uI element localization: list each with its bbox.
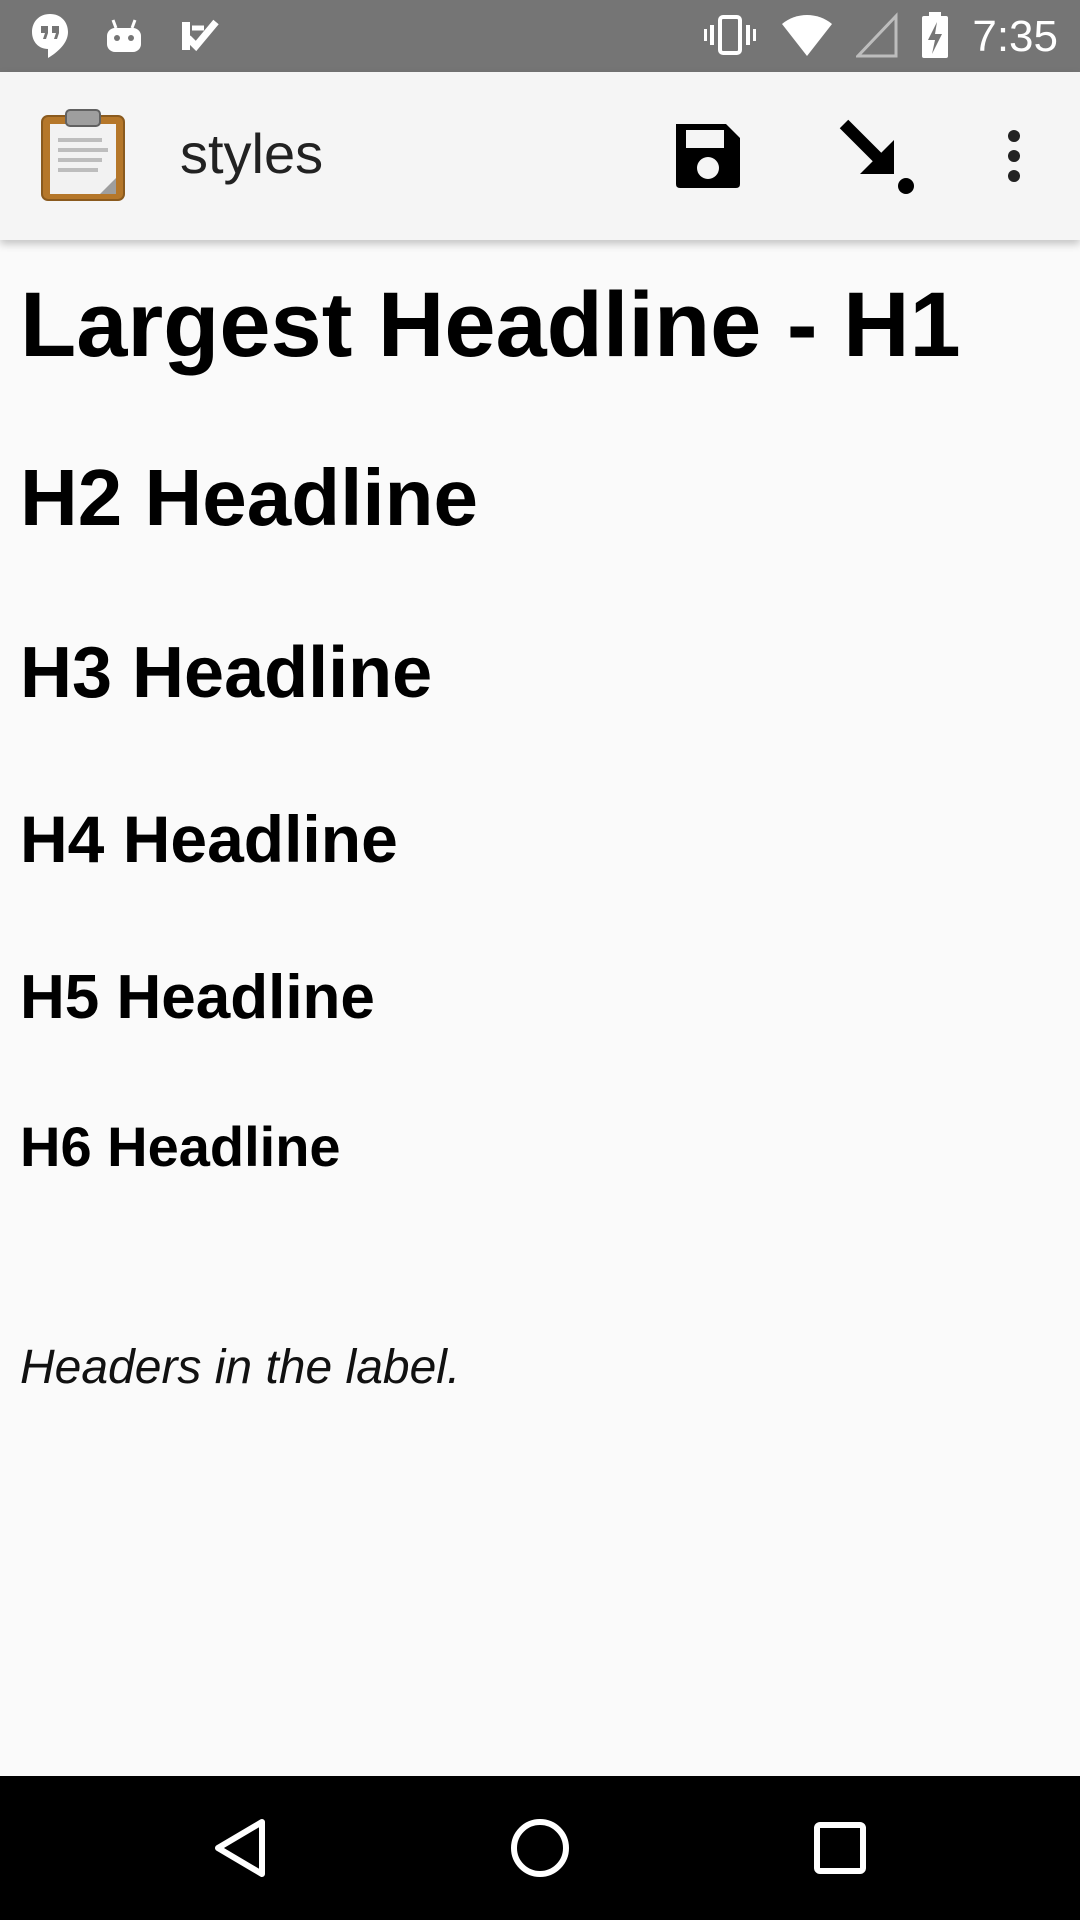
headline-h4: H4 Headline — [20, 802, 398, 876]
status-clock: 7:35 — [972, 12, 1058, 61]
headline-h6: H6 Headline — [20, 1115, 341, 1178]
headline-h2: H2 Headline — [20, 453, 478, 542]
label-text: Headers in the label. — [20, 1341, 461, 1394]
notification-icons — [30, 12, 220, 64]
cell-signal-icon — [854, 12, 898, 62]
document-content: Largest Headline - H1 H2 Headline H3 Hea… — [0, 240, 1080, 1776]
more-vert-icon[interactable] — [970, 112, 1058, 200]
android-icon — [104, 16, 144, 60]
clipboard-icon[interactable] — [40, 106, 126, 202]
headline-h1: Largest Headline - H1 — [20, 274, 961, 376]
import-arrow-icon[interactable] — [832, 112, 920, 200]
hangouts-icon — [30, 12, 70, 64]
wifi-icon — [780, 12, 834, 62]
app-bar: styles — [0, 72, 1080, 240]
status-bar: 7:35 — [0, 0, 1080, 72]
system-icons: 7:35 — [702, 10, 1058, 64]
save-icon[interactable] — [664, 112, 752, 200]
navigation-bar — [0, 1776, 1080, 1920]
recents-icon[interactable] — [800, 1808, 880, 1888]
battery-charging-icon — [920, 10, 950, 64]
home-icon[interactable] — [500, 1808, 580, 1888]
headline-h5: H5 Headline — [20, 963, 375, 1032]
headline-h3: H3 Headline — [20, 633, 433, 713]
app-title: styles — [180, 122, 324, 185]
back-icon[interactable] — [200, 1808, 280, 1888]
tasks-icon — [178, 16, 220, 60]
vibrate-icon — [702, 11, 758, 63]
